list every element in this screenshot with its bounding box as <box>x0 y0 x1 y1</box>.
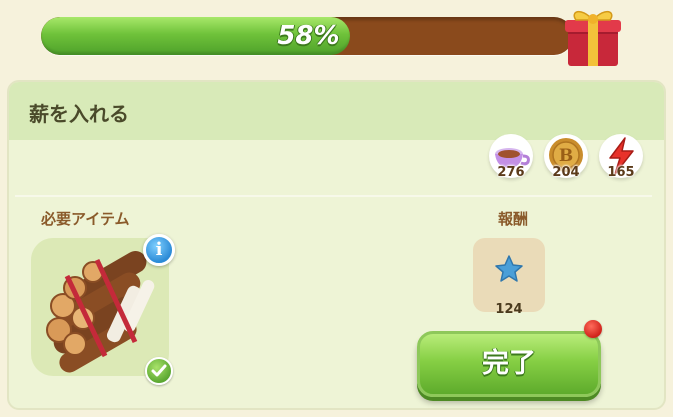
gift-box-icon[interactable] <box>562 2 624 68</box>
info-icon: i <box>155 239 163 260</box>
reward-label: 報酬 <box>498 210 529 228</box>
currency-tea[interactable]: 276 <box>489 134 535 190</box>
info-button[interactable]: i <box>143 234 175 266</box>
currency-tea-count: 276 <box>497 165 525 180</box>
currency-coin-count: 204 <box>552 165 580 180</box>
divider <box>15 195 652 197</box>
complete-button[interactable]: 完了 <box>417 331 601 397</box>
svg-text:B: B <box>559 146 573 166</box>
reward-count: 124 <box>495 302 523 317</box>
checkmark-icon <box>151 364 167 377</box>
blue-star-icon <box>495 255 523 282</box>
currency-energy[interactable]: 165 <box>599 134 645 190</box>
progress-bar: 58% <box>41 17 573 55</box>
completed-check-badge <box>145 357 173 385</box>
currency-energy-count: 165 <box>607 165 635 180</box>
reward-slot[interactable] <box>473 238 545 312</box>
progress-percent-label: 58% <box>277 21 340 51</box>
currency-coin[interactable]: B 204 <box>544 134 590 190</box>
panel-title: 薪を入れる <box>29 102 129 126</box>
required-items-label: 必要アイテム <box>41 210 130 228</box>
notification-dot <box>584 320 602 338</box>
